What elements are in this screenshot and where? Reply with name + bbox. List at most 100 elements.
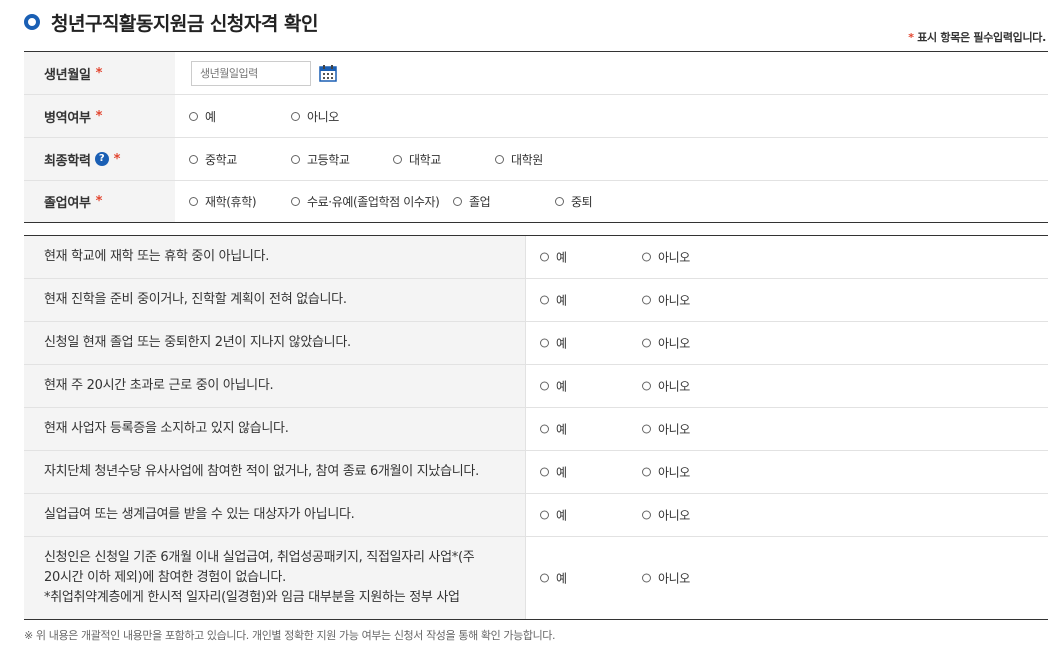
no-radio[interactable]: 아니오 [642, 378, 690, 395]
radio-circle-icon[interactable] [540, 424, 549, 434]
yes-radio[interactable]: 예 [540, 421, 567, 438]
yes-radio[interactable]: 예 [540, 378, 567, 395]
no-radio[interactable]: 아니오 [642, 570, 690, 587]
radio-circle-icon[interactable] [642, 424, 651, 434]
graduation-enrolled-radio[interactable]: 재학(휴학) [189, 193, 257, 210]
question-text: 현재 학교에 재학 또는 휴학 중이 아닙니다. [24, 236, 526, 278]
help-question-icon[interactable]: ? [94, 152, 109, 166]
yes-radio[interactable]: 예 [540, 292, 567, 309]
question-text: 현재 주 20시간 초과로 근로 중이 아닙니다. [24, 365, 526, 407]
graduation-row: 졸업여부 * 재학(휴학) 수료·유예(졸업학점 이수자) 졸업 중퇴 [24, 181, 1048, 222]
radio-label: 예 [556, 336, 567, 351]
radio-label: 아니오 [658, 571, 690, 586]
military-row: 병역여부 * 예 아니오 [24, 95, 1048, 138]
radio-circle-icon[interactable] [642, 510, 651, 520]
graduation-completed-radio[interactable]: 수료·유예(졸업학점 이수자) [291, 193, 440, 210]
yes-radio[interactable]: 예 [540, 249, 567, 266]
radio-circle-icon[interactable] [495, 154, 504, 164]
yes-radio[interactable]: 예 [540, 507, 567, 524]
radio-label: 예 [556, 508, 567, 523]
education-high-radio[interactable]: 고등학교 [291, 151, 350, 168]
radio-circle-icon[interactable] [540, 467, 549, 477]
question-footnote-line: *취업취약계층에게 한시적 일자리(일경험)와 임금 대부분을 지원하는 정부 … [44, 590, 460, 605]
yes-radio[interactable]: 예 [540, 570, 567, 587]
no-radio[interactable]: 아니오 [642, 507, 690, 524]
radio-label: 아니오 [658, 293, 690, 308]
question-row: 신청일 현재 졸업 또는 중퇴한지 2년이 지나지 않았습니다. 예 아니오 [24, 322, 1048, 365]
radio-circle-icon[interactable] [189, 111, 198, 121]
required-note-text: 표시 항목은 필수입력입니다. [917, 31, 1046, 44]
radio-label: 예 [556, 422, 567, 437]
radio-circle-icon[interactable] [642, 381, 651, 391]
question-options: 예 아니오 [526, 322, 1048, 364]
radio-circle-icon[interactable] [540, 252, 549, 262]
radio-label: 재학(휴학) [205, 195, 257, 209]
education-graduate-radio[interactable]: 대학원 [495, 151, 543, 168]
radio-circle-icon[interactable] [540, 573, 549, 583]
radio-label: 예 [556, 571, 567, 586]
calendar-icon[interactable] [319, 64, 337, 82]
required-star-icon: * [95, 65, 103, 81]
military-label-text: 병역여부 [44, 110, 91, 126]
radio-circle-icon[interactable] [642, 338, 651, 348]
radio-circle-icon[interactable] [540, 510, 549, 520]
radio-circle-icon[interactable] [393, 154, 402, 164]
question-row: 현재 학교에 재학 또는 휴학 중이 아닙니다. 예 아니오 [24, 236, 1048, 279]
eligibility-questions: 현재 학교에 재학 또는 휴학 중이 아닙니다. 예 아니오 현재 진학을 준비… [24, 235, 1048, 620]
radio-label: 대학교 [409, 152, 441, 167]
military-yes-radio[interactable]: 예 [189, 108, 216, 125]
yes-radio[interactable]: 예 [540, 464, 567, 481]
question-text: 현재 사업자 등록증을 소지하고 있지 않습니다. [24, 408, 526, 450]
graduation-graduated-radio[interactable]: 졸업 [453, 193, 491, 210]
radio-circle-icon[interactable] [540, 381, 549, 391]
radio-label: 아니오 [307, 109, 339, 124]
question-line: 신청인은 신청일 기준 6개월 이내 실업급여, 취업성공패키지, 직접일자리 … [44, 550, 475, 565]
radio-circle-icon[interactable] [555, 197, 564, 206]
required-star-icon: * [113, 151, 121, 167]
birth-label-text: 생년월일 [44, 67, 91, 83]
no-radio[interactable]: 아니오 [642, 249, 690, 266]
question-text: 실업급여 또는 생계급여를 받을 수 있는 대상자가 아닙니다. [24, 494, 526, 536]
radio-label: 예 [556, 379, 567, 394]
question-options: 예 아니오 [526, 279, 1048, 321]
question-row: 현재 사업자 등록증을 소지하고 있지 않습니다. 예 아니오 [24, 408, 1048, 451]
question-row: 현재 진학을 준비 중이거나, 진학할 계획이 전혀 없습니다. 예 아니오 [24, 279, 1048, 322]
question-options: 예 아니오 [526, 365, 1048, 407]
required-star-icon: * [95, 108, 103, 124]
radio-circle-icon[interactable] [291, 111, 300, 121]
radio-circle-icon[interactable] [642, 295, 651, 305]
birth-value [175, 52, 1048, 94]
education-college-radio[interactable]: 대학교 [393, 151, 441, 168]
radio-circle-icon[interactable] [642, 467, 651, 477]
radio-circle-icon[interactable] [540, 338, 549, 348]
military-label: 병역여부 * [24, 95, 175, 137]
no-radio[interactable]: 아니오 [642, 464, 690, 481]
birth-date-input[interactable] [191, 60, 311, 86]
no-radio[interactable]: 아니오 [642, 421, 690, 438]
yes-radio[interactable]: 예 [540, 335, 567, 352]
education-options: 중학교 고등학교 대학교 대학원 [175, 138, 1048, 180]
no-radio[interactable]: 아니오 [642, 335, 690, 352]
question-row: 실업급여 또는 생계급여를 받을 수 있는 대상자가 아닙니다. 예 아니오 [24, 494, 1048, 537]
radio-circle-icon[interactable] [540, 295, 549, 305]
radio-label: 예 [205, 109, 216, 124]
radio-circle-icon[interactable] [642, 573, 651, 583]
education-middle-radio[interactable]: 중학교 [189, 151, 237, 168]
radio-circle-icon[interactable] [291, 154, 300, 164]
radio-label: 대학원 [511, 152, 543, 167]
graduation-options: 재학(휴학) 수료·유예(졸업학점 이수자) 졸업 중퇴 [175, 181, 1048, 222]
question-options: 예 아니오 [526, 236, 1048, 278]
radio-circle-icon[interactable] [189, 197, 198, 206]
question-text: 신청인은 신청일 기준 6개월 이내 실업급여, 취업성공패키지, 직접일자리 … [24, 537, 526, 619]
no-radio[interactable]: 아니오 [642, 292, 690, 309]
radio-circle-icon[interactable] [453, 197, 462, 206]
question-row: 신청인은 신청일 기준 6개월 이내 실업급여, 취업성공패키지, 직접일자리 … [24, 537, 1048, 619]
radio-circle-icon[interactable] [642, 252, 651, 262]
graduation-dropout-radio[interactable]: 중퇴 [555, 193, 593, 210]
question-options: 예 아니오 [526, 451, 1048, 493]
military-no-radio[interactable]: 아니오 [291, 108, 339, 125]
radio-circle-icon[interactable] [291, 197, 300, 206]
education-label: 최종학력 ? * [24, 138, 175, 180]
radio-circle-icon[interactable] [189, 154, 198, 164]
radio-label: 아니오 [658, 336, 690, 351]
